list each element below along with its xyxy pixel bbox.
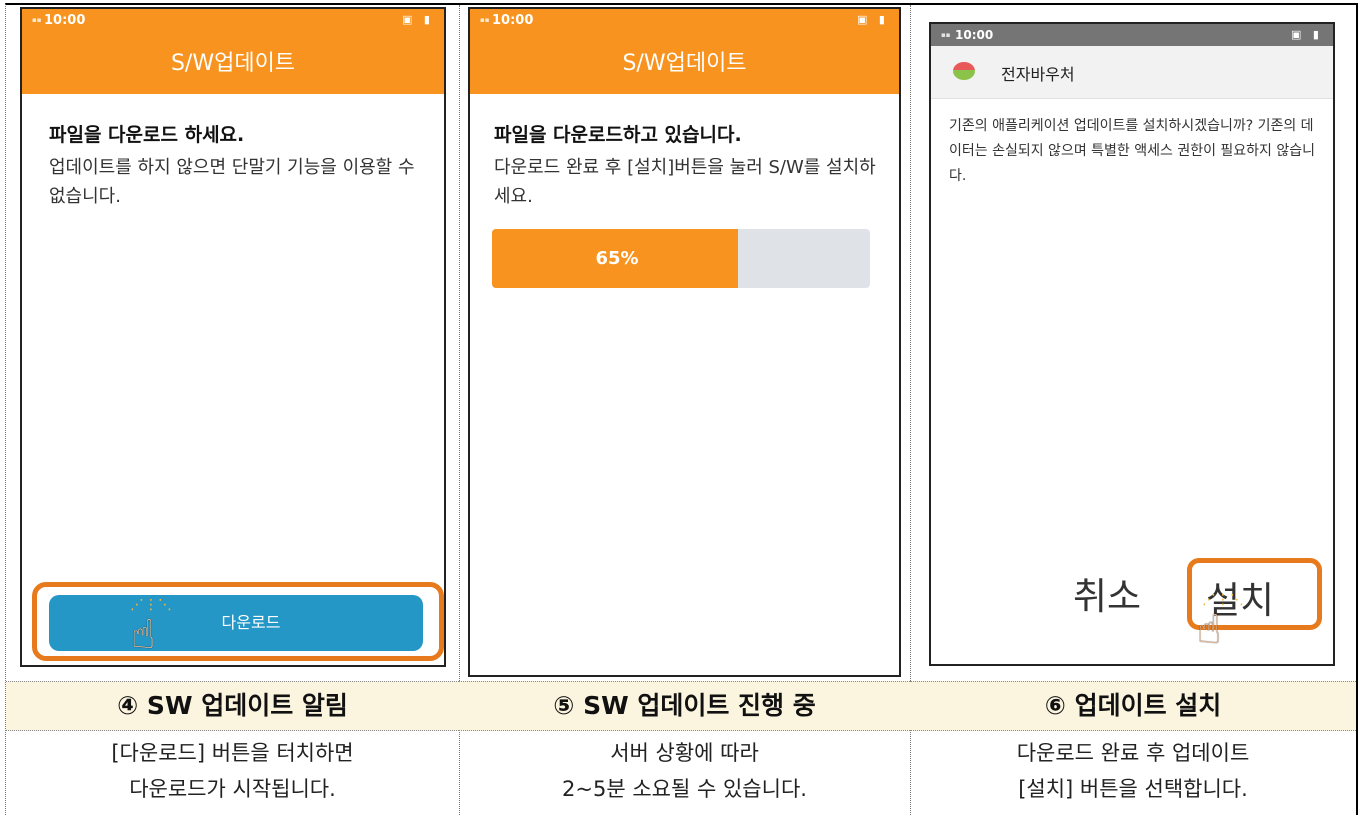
phone-screen-install: ▪▪ 10:00 ▣ ▮ 전자바우처 기존의 애플리케이션 업데이트를 설치하시…	[929, 22, 1335, 666]
download-button[interactable]: 다운로드	[49, 595, 423, 651]
tap-hand-icon: ☝	[131, 612, 156, 658]
description-line-1: 서버 상황에 따라	[610, 741, 759, 765]
app-title: S/W업데이트	[622, 51, 747, 76]
signal-icon: ▪▪	[32, 16, 42, 24]
signal-icon: ▪▪	[941, 31, 951, 39]
step-description: 서버 상황에 따라 2~5분 소요될 수 있습니다.	[459, 735, 910, 807]
step-description: [다운로드] 버튼을 터치하면 다운로드가 시작됩니다.	[6, 735, 459, 807]
status-bar: ▪▪ 10:00 ▣ ▮	[22, 9, 444, 31]
description-line-1: 다운로드 완료 후 업데이트	[1016, 741, 1250, 765]
tap-hand-icon: ☝	[1197, 607, 1222, 653]
install-message: 기존의 애플리케이션 업데이트를 설치하시겠습니까? 기존의 데이터는 손실되지…	[949, 118, 1316, 184]
tap-sparkle-icon: ⋰⋮⋱	[130, 597, 172, 613]
step-4-column: ▪▪ 10:00 ▣ ▮ S/W업데이트 파일을 다운로드 하세요. 업데이트를…	[6, 5, 459, 815]
step-5-column: ▪▪ 10:00 ▣ ▮ S/W업데이트 파일을 다운로드하고 있습니다. 다운…	[459, 5, 910, 815]
step-6-column: ▪▪ 10:00 ▣ ▮ 전자바우처 기존의 애플리케이션 업데이트를 설치하시…	[910, 5, 1356, 815]
download-button-label: 다운로드	[221, 613, 281, 632]
download-progress-bar: 65%	[492, 229, 870, 288]
app-logo-icon	[953, 62, 975, 80]
app-name: 전자바우처	[1001, 65, 1075, 84]
installer-header: 전자바우처	[931, 46, 1333, 99]
battery-icon: ▣ ▮	[402, 13, 434, 26]
message: 파일을 다운로드하고 있습니다. 다운로드 완료 후 [설치]버튼을 눌러 S/…	[494, 121, 881, 211]
message-heading: 파일을 다운로드 하세요.	[49, 124, 245, 146]
tap-sparkle-icon: ⋰⋮⋱	[1202, 592, 1244, 608]
step-description: 다운로드 완료 후 업데이트 [설치] 버튼을 선택합니다.	[910, 735, 1356, 807]
phone-screen-download: ▪▪ 10:00 ▣ ▮ S/W업데이트 파일을 다운로드 하세요. 업데이트를…	[20, 7, 446, 667]
description-line-2: 다운로드가 시작됩니다.	[129, 777, 336, 801]
app-title: S/W업데이트	[170, 51, 296, 76]
message-body: 업데이트를 하지 않으면 단말기 기능을 이용할 수 없습니다.	[49, 157, 415, 207]
message-heading: 파일을 다운로드하고 있습니다.	[494, 124, 742, 146]
phone-screen-progress: ▪▪ 10:00 ▣ ▮ S/W업데이트 파일을 다운로드하고 있습니다. 다운…	[468, 7, 901, 677]
cancel-button[interactable]: 취소	[1073, 566, 1141, 620]
app-header: ▪▪ 10:00 ▣ ▮ S/W업데이트	[22, 9, 444, 94]
signal-icon: ▪▪	[480, 16, 490, 24]
status-time: 10:00	[492, 13, 534, 28]
step-caption: ⑤ SW 업데이트 진행 중	[459, 681, 910, 731]
battery-icon: ▣ ▮	[857, 13, 889, 26]
status-bar: ▪▪ 10:00 ▣ ▮	[931, 24, 1333, 46]
status-time: 10:00	[955, 28, 994, 42]
status-time: 10:00	[44, 13, 86, 28]
status-bar: ▪▪ 10:00 ▣ ▮	[470, 9, 899, 31]
description-line-2: 2~5분 소요될 수 있습니다.	[562, 777, 807, 801]
battery-icon: ▣ ▮	[1291, 28, 1323, 41]
message: 파일을 다운로드 하세요. 업데이트를 하지 않으면 단말기 기능을 이용할 수…	[49, 121, 426, 211]
description-line-2: [설치] 버튼을 선택합니다.	[1018, 777, 1248, 801]
app-header: ▪▪ 10:00 ▣ ▮ S/W업데이트	[470, 9, 899, 94]
progress-percent: 65%	[595, 248, 639, 269]
step-caption: ⑥ 업데이트 설치	[910, 681, 1356, 731]
step-caption: ④ SW 업데이트 알림	[6, 681, 459, 731]
message-body: 다운로드 완료 후 [설치]버튼을 눌러 S/W를 설치하세요.	[494, 157, 876, 207]
description-line-1: [다운로드] 버튼을 터치하면	[111, 741, 354, 765]
